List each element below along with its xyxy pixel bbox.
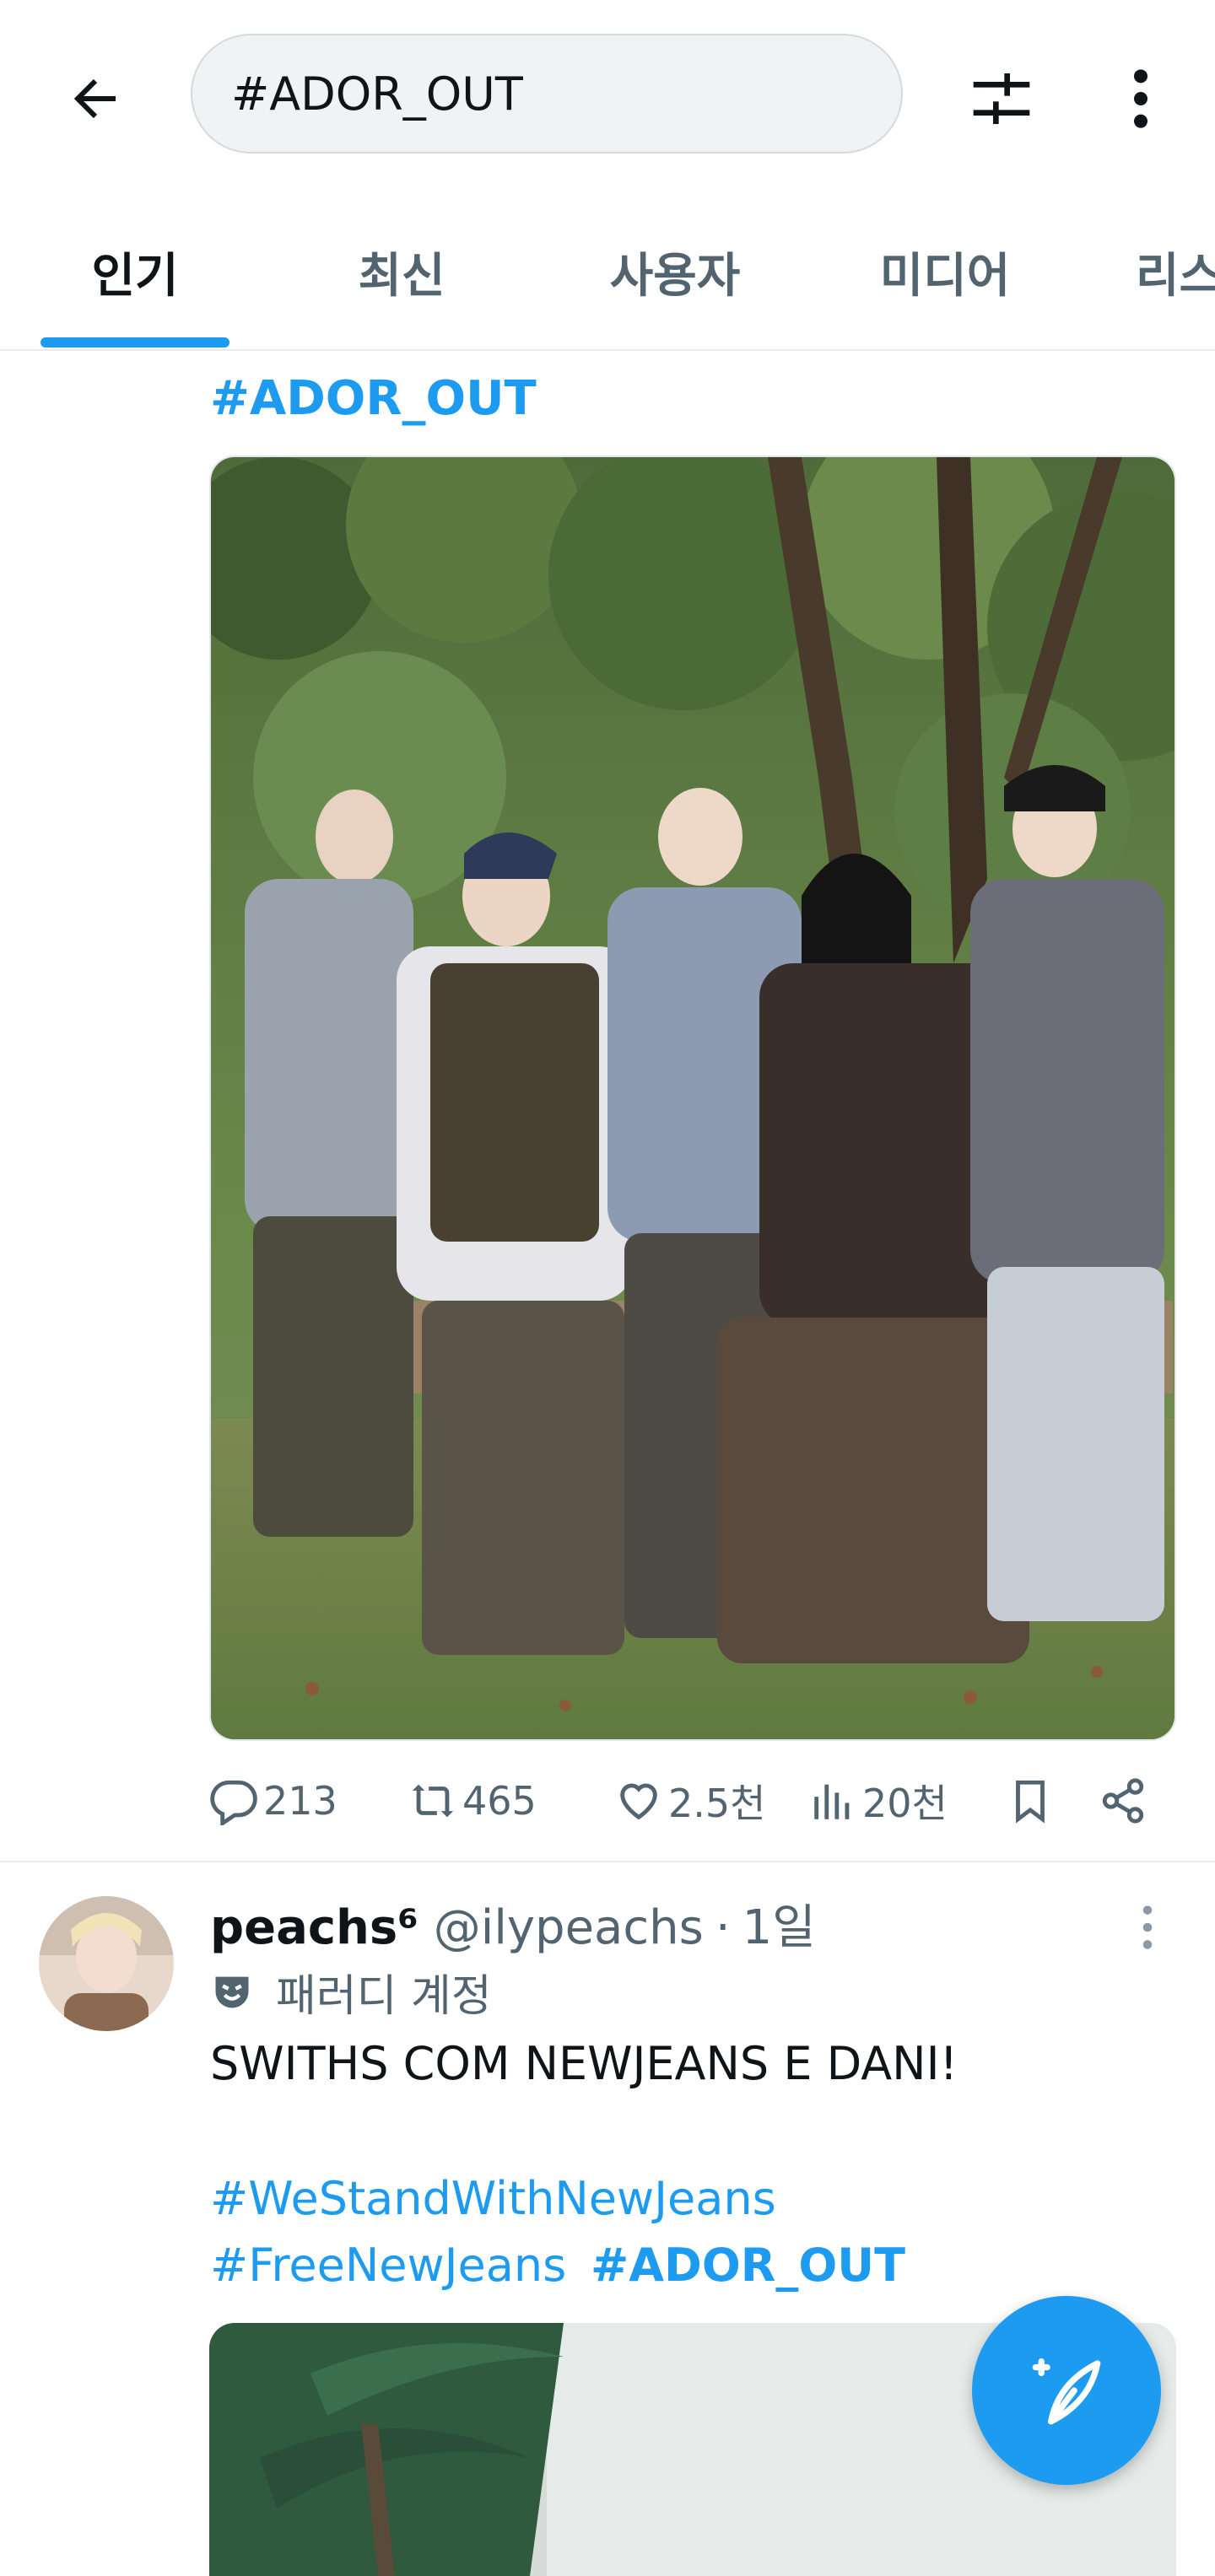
post-divider: [0, 1861, 1215, 1862]
search-tabs: 인기 최신 사용자 미디어 리스: [0, 196, 1215, 348]
like-count: 2.5천: [668, 1781, 766, 1826]
more-vertical-icon: [1142, 1905, 1153, 1949]
author-name[interactable]: peachs⁶: [210, 1900, 418, 1955]
avatar-image: [39, 1896, 174, 2031]
search-input[interactable]: [231, 35, 872, 152]
tab-lists[interactable]: 리스: [1136, 196, 1215, 348]
active-tab-indicator: [40, 337, 230, 348]
feather-plus-icon: [1032, 2358, 1101, 2425]
search-box[interactable]: [191, 34, 903, 154]
top-bar: [0, 0, 1215, 194]
more-vertical-icon: [1134, 69, 1148, 128]
tab-media[interactable]: 미디어: [847, 196, 1043, 348]
more-options-button[interactable]: [1105, 59, 1176, 138]
tab-people[interactable]: 사용자: [577, 196, 773, 348]
parody-label-text: 패러디 계정: [276, 1970, 492, 2022]
back-button[interactable]: [57, 61, 133, 137]
post-time[interactable]: 1일: [742, 1889, 816, 1958]
author-handle[interactable]: @ilypeachs: [434, 1900, 704, 1955]
compose-post-button[interactable]: [972, 2296, 1161, 2485]
views-button[interactable]: 20천: [808, 1771, 948, 1830]
post-more-button[interactable]: [1131, 1898, 1164, 1957]
arrow-left-icon: [73, 78, 116, 119]
tab-top[interactable]: 인기: [40, 196, 230, 348]
post-text: SWITHS COM NEWJEANS E DANI!: [210, 2037, 958, 2090]
parody-label: 패러디 계정: [210, 1962, 492, 2022]
parody-mask-icon: [215, 1976, 249, 2008]
search-filter-button[interactable]: [962, 59, 1041, 138]
group-photo-image: [211, 457, 1174, 1739]
post-actions: 213 465 2.5천 20천: [209, 1771, 1154, 1830]
post-hashtag-link[interactable]: #ADOR_OUT: [210, 371, 537, 426]
like-button[interactable]: 2.5천: [614, 1771, 765, 1830]
repost-button[interactable]: 465: [408, 1771, 537, 1830]
heart-icon: [620, 1783, 657, 1820]
share-icon: [1102, 1778, 1144, 1824]
post-header: peachs⁶ @ilypeachs · 1일: [210, 1889, 816, 1957]
bookmark-icon: [1016, 1780, 1045, 1824]
tabs-divider: [0, 349, 1215, 351]
hashtag-link[interactable]: #WeStandWithNewJeans: [210, 2172, 776, 2225]
view-count: 20천: [862, 1781, 948, 1826]
bar-chart-icon: [814, 1784, 850, 1819]
bookmark-button[interactable]: [1006, 1771, 1060, 1830]
sliders-icon: [973, 73, 1030, 124]
hashtag-link[interactable]: #FreeNewJeans: [210, 2239, 566, 2292]
repost-icon: [412, 1784, 454, 1818]
reply-button[interactable]: 213: [209, 1771, 338, 1830]
separator-dot: ·: [715, 1900, 731, 1955]
reply-icon: [210, 1780, 257, 1825]
tab-latest[interactable]: 최신: [307, 196, 496, 348]
reply-count: 213: [263, 1778, 338, 1824]
post-photo[interactable]: [209, 455, 1176, 1741]
share-button[interactable]: [1099, 1771, 1153, 1830]
hashtag-link[interactable]: #ADOR_OUT: [591, 2239, 905, 2292]
repost-count: 465: [462, 1778, 537, 1824]
avatar[interactable]: [39, 1896, 174, 2031]
